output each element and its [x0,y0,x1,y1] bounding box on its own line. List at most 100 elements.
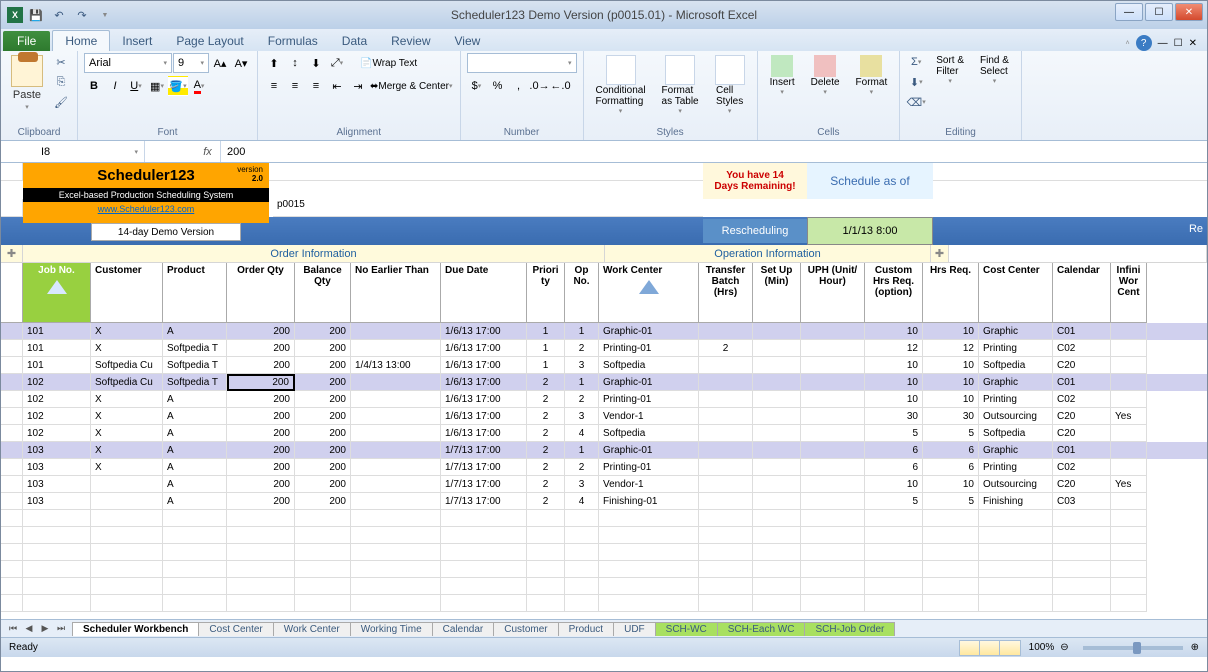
cell[interactable]: A [163,493,227,510]
cell[interactable] [1,340,23,357]
cell[interactable]: A [163,425,227,442]
cell[interactable] [699,425,753,442]
cell[interactable] [565,561,599,578]
first-sheet-icon[interactable]: ⏮ [5,622,21,636]
table-row[interactable]: 101Softpedia CuSoftpedia T2002001/4/13 1… [1,357,1207,374]
cell[interactable] [923,510,979,527]
cell[interactable] [753,442,801,459]
cell[interactable]: Softpedia T [163,357,227,374]
cell[interactable]: 10 [923,476,979,493]
fill-icon[interactable]: ⬇▾ [906,73,926,91]
cell[interactable]: 6 [923,442,979,459]
cell[interactable] [351,578,441,595]
undo-icon[interactable]: ↶ [49,5,69,25]
cell[interactable] [801,391,865,408]
table-row[interactable] [1,510,1207,527]
cell[interactable] [1,544,23,561]
cell[interactable]: 2 [527,425,565,442]
number-format-select[interactable]: ▾ [467,53,577,73]
doc-min-icon[interactable]: — [1158,38,1168,49]
font-color-icon[interactable]: A▾ [189,76,209,96]
cell[interactable]: 103 [23,476,91,493]
data-body[interactable]: 101XA2002001/6/13 17:0011Graphic-011010G… [1,323,1207,510]
cell[interactable] [23,595,91,612]
cell[interactable] [979,544,1053,561]
cell[interactable]: 4 [565,493,599,510]
cell[interactable]: 1/7/13 17:00 [441,476,527,493]
cell[interactable]: 1 [565,442,599,459]
cell[interactable] [91,527,163,544]
doc-restore-icon[interactable]: ☐ [1174,38,1183,49]
sheet-tab[interactable]: SCH-Job Order [804,622,895,636]
col-infini[interactable]: Infini Wor Cent [1111,263,1147,323]
cell[interactable]: 2 [527,408,565,425]
cell[interactable]: C01 [1053,323,1111,340]
cell[interactable] [699,357,753,374]
cell[interactable]: 200 [227,493,295,510]
cell[interactable] [699,442,753,459]
table-row[interactable] [1,595,1207,612]
cell[interactable]: 200 [295,425,351,442]
cell[interactable]: Graphic [979,323,1053,340]
cell[interactable] [91,476,163,493]
cell[interactable] [699,544,753,561]
cell[interactable] [23,561,91,578]
cell[interactable]: 101 [23,340,91,357]
sheet-tab[interactable]: UDF [613,622,656,636]
cell[interactable] [865,510,923,527]
shrink-font-icon[interactable]: A▾ [231,53,251,73]
cell[interactable]: Outsourcing [979,408,1053,425]
cell[interactable]: 200 [227,391,295,408]
cell[interactable]: 200 [227,442,295,459]
last-sheet-icon[interactable]: ⏭ [53,622,69,636]
cell[interactable] [1111,527,1147,544]
italic-button[interactable]: I [105,76,125,96]
cell[interactable] [1053,578,1111,595]
cell[interactable]: 102 [23,408,91,425]
cell[interactable]: 5 [923,493,979,510]
cell[interactable]: Softpedia T [163,340,227,357]
cell[interactable]: A [163,323,227,340]
cell[interactable]: 200 [227,323,295,340]
cell[interactable]: X [91,323,163,340]
cell[interactable] [1111,544,1147,561]
col-product[interactable]: Product [163,263,227,323]
cell[interactable]: 103 [23,459,91,476]
merge-center-button[interactable]: ⬌ Merge & Center▾ [369,76,454,96]
cell[interactable]: 10 [865,476,923,493]
cell[interactable] [527,527,565,544]
demo-version-button[interactable]: 14-day Demo Version [91,223,241,241]
cell[interactable]: C20 [1053,408,1111,425]
cell[interactable]: 200 [227,459,295,476]
cell[interactable] [351,493,441,510]
cell[interactable]: 200 [295,408,351,425]
cell[interactable] [753,510,801,527]
autosum-icon[interactable]: Σ▾ [906,53,926,71]
cell[interactable]: X [91,425,163,442]
sheet-tab[interactable]: SCH-Each WC [717,622,806,636]
cell[interactable] [753,408,801,425]
table-row[interactable]: 103A2002001/7/13 17:0024Finishing-0155Fi… [1,493,1207,510]
cell[interactable]: 200 [295,374,351,391]
cell[interactable] [441,544,527,561]
cell[interactable] [527,595,565,612]
tab-review[interactable]: Review [379,31,442,51]
cell[interactable] [91,510,163,527]
table-row[interactable]: 102XA2002001/6/13 17:0024Softpedia55Soft… [1,425,1207,442]
grow-font-icon[interactable]: A▴ [210,53,230,73]
cell[interactable] [599,544,699,561]
cell[interactable] [351,442,441,459]
comma-icon[interactable]: , [509,76,529,96]
cell[interactable] [753,544,801,561]
cell[interactable]: 2 [565,391,599,408]
align-bottom-icon[interactable]: ⬇ [306,53,326,73]
cell[interactable] [1,493,23,510]
cell[interactable]: 2 [565,340,599,357]
cell[interactable]: 6 [865,442,923,459]
table-row[interactable]: 101XA2002001/6/13 17:0011Graphic-011010G… [1,323,1207,340]
cell[interactable]: X [91,459,163,476]
cell[interactable] [227,510,295,527]
expand-icon[interactable]: ✚ [1,245,23,263]
scheduler-url[interactable]: www.Scheduler123.com [23,202,269,214]
cell[interactable] [753,323,801,340]
